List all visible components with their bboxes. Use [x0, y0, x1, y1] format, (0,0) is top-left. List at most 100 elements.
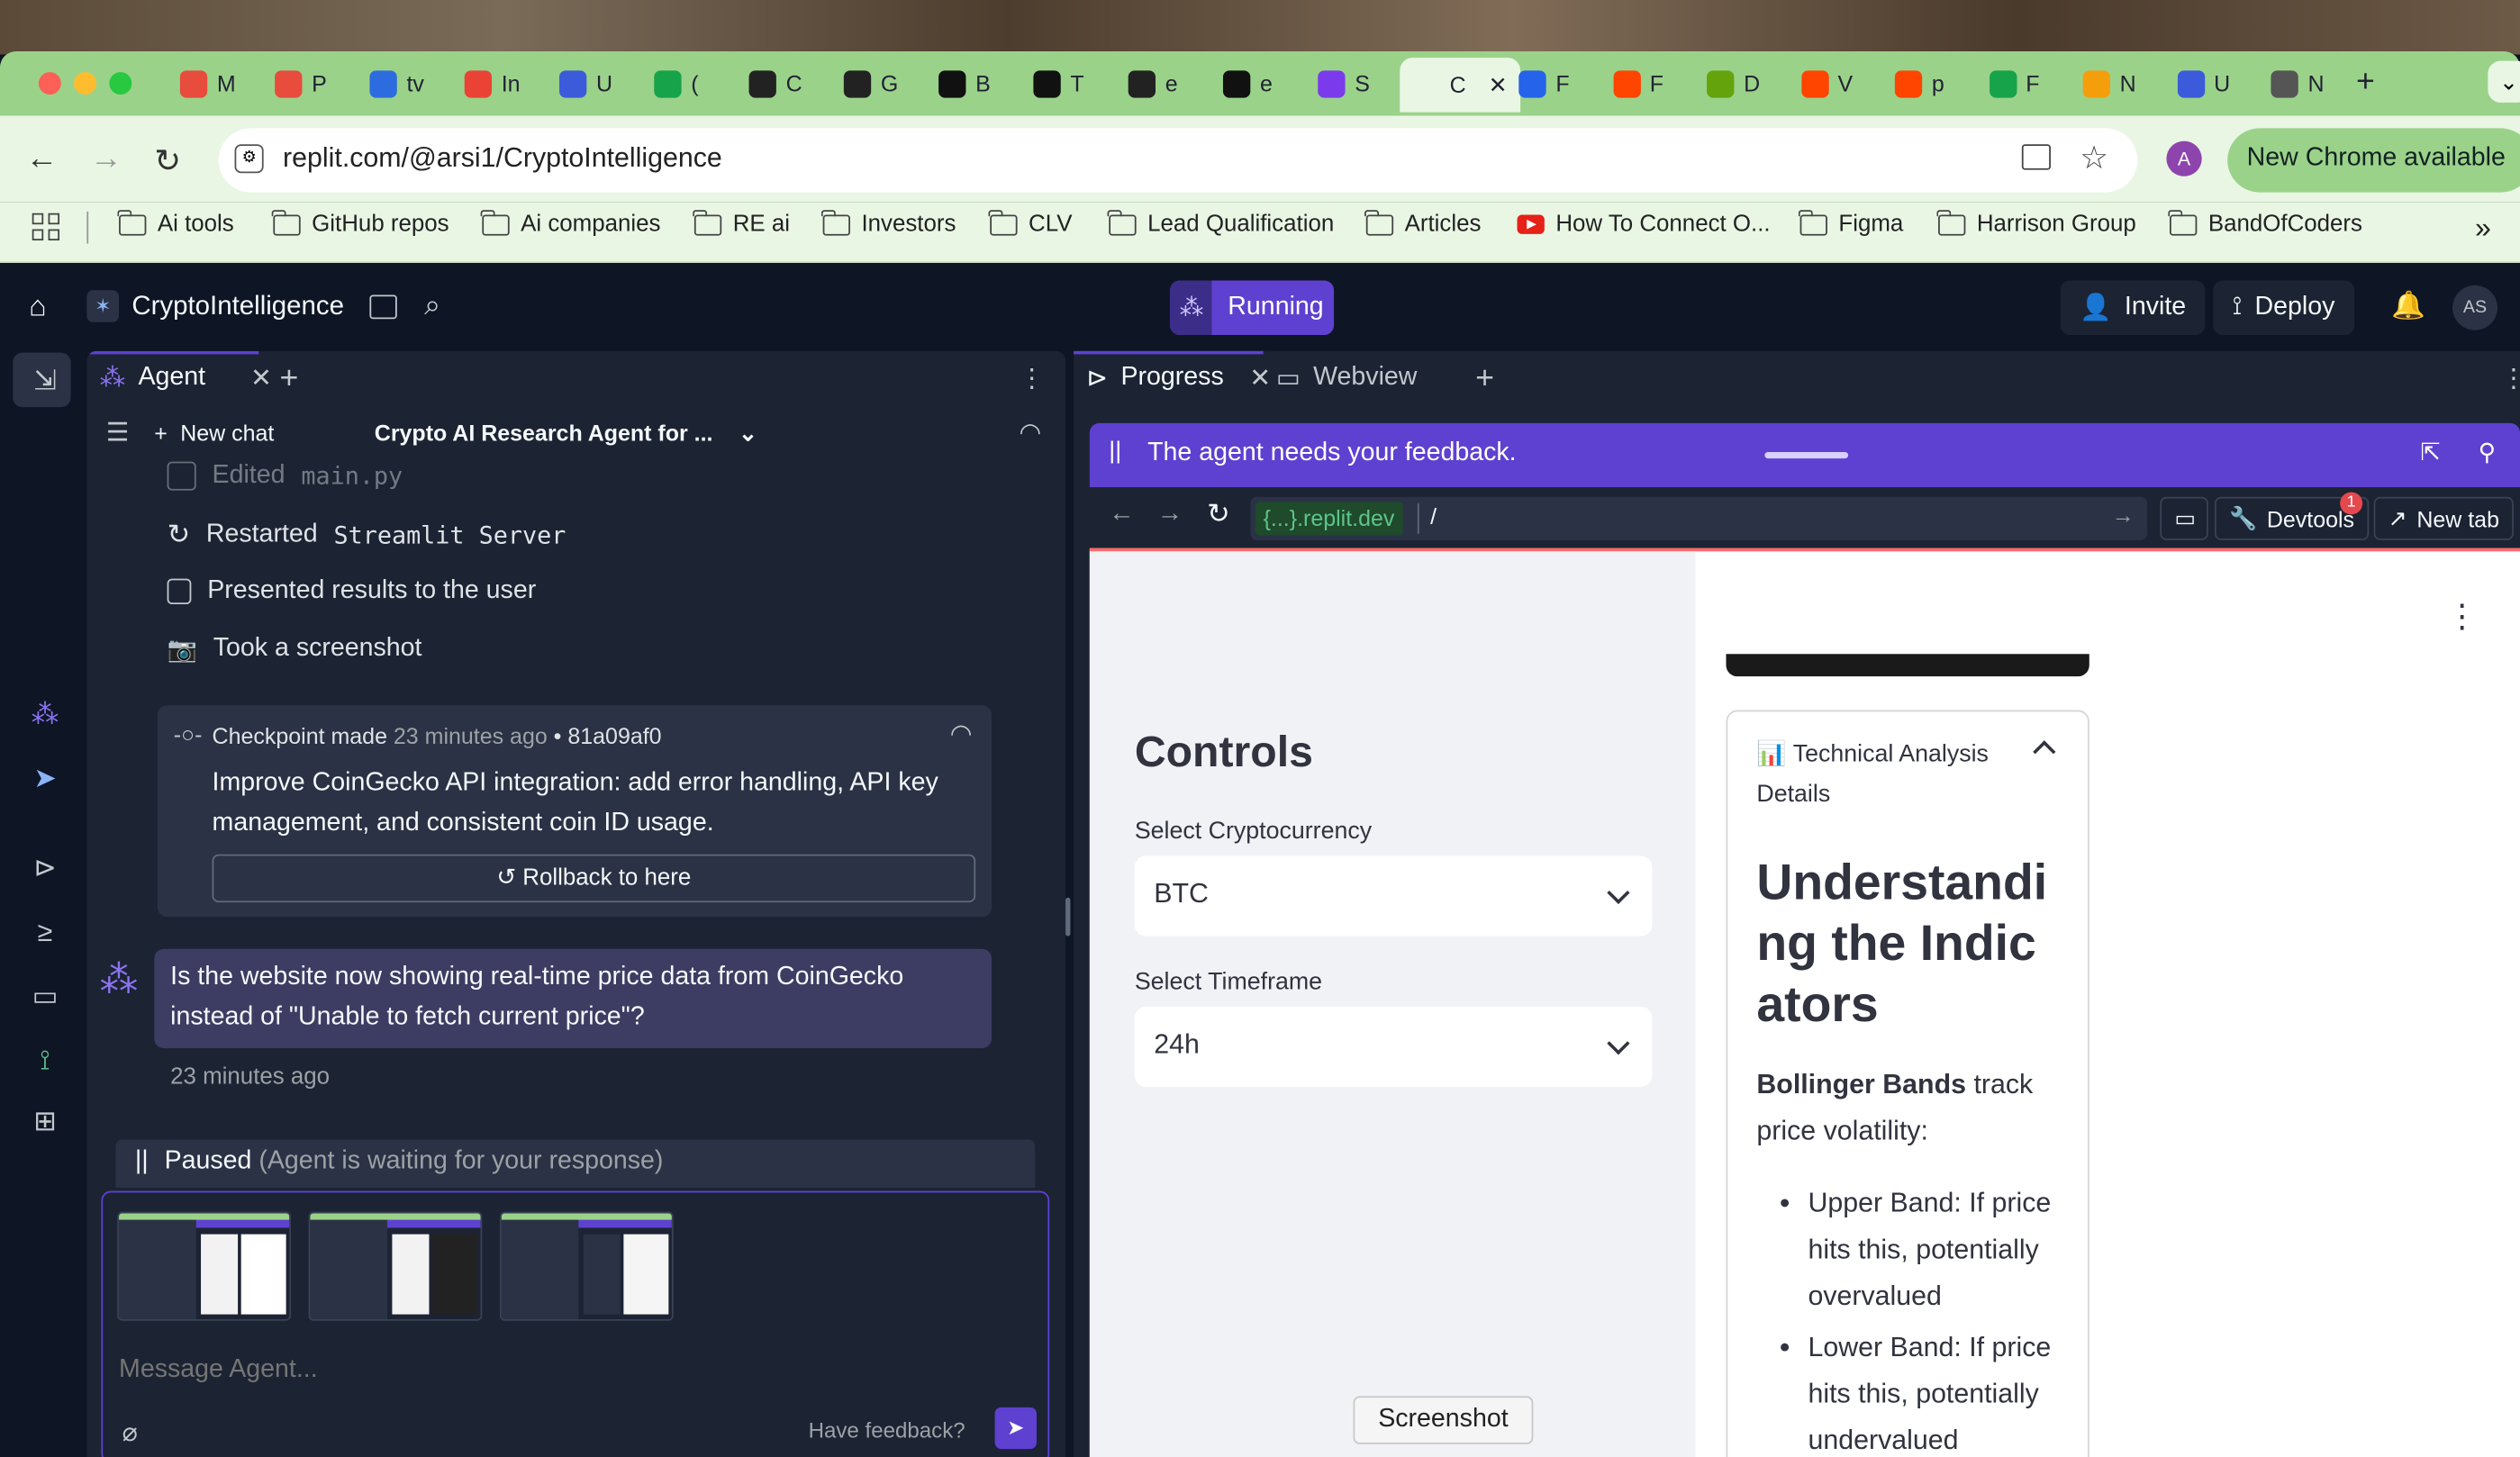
- install-app-icon[interactable]: [2021, 144, 2051, 170]
- bookmark-item[interactable]: BandOfCoders: [2168, 209, 2362, 237]
- browser-tab[interactable]: F: [1518, 64, 1570, 103]
- close-agent-tab-icon[interactable]: ✕: [250, 362, 272, 394]
- forward-icon[interactable]: →: [90, 141, 122, 178]
- minimize-window-button[interactable]: [74, 72, 97, 95]
- attached-screenshot-1[interactable]: [117, 1211, 291, 1321]
- agent-icon[interactable]: ⁂: [29, 699, 61, 731]
- agent-tab[interactable]: ⁂ Agent ✕: [100, 351, 272, 406]
- chat-list-icon[interactable]: ☰: [106, 405, 130, 460]
- invite-button[interactable]: 👤 Invite: [2060, 280, 2206, 336]
- chrome-profile-avatar[interactable]: A: [2166, 140, 2202, 176]
- webview-back-icon[interactable]: ←: [1109, 500, 1135, 529]
- browser-tab[interactable]: U: [558, 64, 612, 103]
- bookmark-item[interactable]: GitHub repos: [272, 209, 449, 237]
- bookmark-item[interactable]: How To Connect O...: [1517, 212, 1771, 237]
- expander-header[interactable]: 📊 Technical Analysis Details: [1756, 734, 2029, 814]
- address-url[interactable]: replit.com/@arsi1/CryptoIntelligence: [283, 142, 722, 175]
- webview-tab[interactable]: ▭ Webview: [1276, 351, 1418, 406]
- browser-tab[interactable]: N: [2271, 64, 2325, 103]
- pop-out-icon[interactable]: ⇱: [2420, 438, 2440, 466]
- close-tab-icon[interactable]: ✕: [1489, 71, 1508, 98]
- tab-search-icon[interactable]: ⌄: [2488, 60, 2520, 103]
- new-chat-button[interactable]: + New chat: [154, 405, 274, 460]
- streamlit-menu-icon[interactable]: ⋮: [2446, 596, 2479, 637]
- browser-tab[interactable]: N: [2082, 64, 2136, 103]
- browser-tab[interactable]: T: [1033, 64, 1084, 103]
- device-preview-icon[interactable]: ▭: [2160, 496, 2208, 540]
- attached-screenshot-3[interactable]: [499, 1211, 674, 1321]
- browser-tab[interactable]: e: [1222, 64, 1273, 103]
- right-panel-menu-icon[interactable]: ⋮: [2501, 351, 2520, 406]
- checkpoint-gauge-icon[interactable]: ◠: [950, 718, 973, 750]
- chat-title-dropdown[interactable]: Crypto AI Research Agent for ... ⌄: [375, 405, 757, 460]
- browser-tab[interactable]: (: [654, 64, 699, 103]
- bookmark-item[interactable]: Lead Qualification: [1108, 209, 1334, 237]
- new-tab-plus-icon[interactable]: +: [2356, 64, 2375, 101]
- go-arrow-icon[interactable]: →: [2112, 502, 2135, 527]
- browser-tab[interactable]: F: [1612, 64, 1663, 103]
- speed-gauge-icon[interactable]: ◠: [1019, 405, 1041, 460]
- bookmark-item[interactable]: Figma: [1799, 209, 1903, 237]
- search-icon[interactable]: ⌕: [424, 288, 440, 321]
- browser-tab[interactable]: P: [275, 64, 327, 103]
- have-feedback-link[interactable]: Have feedback?: [809, 1418, 965, 1443]
- back-icon[interactable]: ←: [26, 141, 59, 178]
- new-chrome-available-button[interactable]: New Chrome available: [2227, 128, 2520, 193]
- browser-tab[interactable]: C ✕: [1400, 58, 1520, 113]
- agent-panel-menu-icon[interactable]: ⋮: [1019, 351, 1045, 406]
- browser-tab[interactable]: M: [179, 64, 236, 103]
- more-bookmarks-chevron-icon[interactable]: »: [2475, 212, 2491, 245]
- tools-panel-icon[interactable]: ⇲: [29, 366, 61, 398]
- bookmark-item[interactable]: RE ai: [693, 209, 790, 237]
- send-icon[interactable]: ➤: [994, 1407, 1037, 1450]
- project-name[interactable]: CryptoIntelligence: [131, 292, 344, 322]
- bookmark-item[interactable]: Harrison Group: [1936, 209, 2136, 237]
- browser-tab[interactable]: F: [1989, 64, 2040, 103]
- site-info-icon[interactable]: ⚙: [234, 144, 264, 174]
- bookmark-item[interactable]: Ai tools: [117, 209, 234, 237]
- webview-forward-icon[interactable]: →: [1157, 500, 1183, 529]
- chevron-up-icon[interactable]: [2033, 740, 2056, 764]
- close-window-button[interactable]: [38, 72, 61, 95]
- deployments-icon[interactable]: ⟟: [29, 1045, 61, 1078]
- panel-resize-handle[interactable]: [1065, 897, 1071, 937]
- bookmark-star-icon[interactable]: ☆: [2080, 138, 2108, 178]
- attach-paperclip-icon[interactable]: ⌀: [122, 1417, 138, 1450]
- file-tree-icon[interactable]: [369, 294, 397, 320]
- home-icon[interactable]: ⌂: [29, 290, 46, 323]
- apps-grid-icon[interactable]: [32, 213, 60, 240]
- shell-icon[interactable]: ≥: [29, 917, 61, 949]
- notifications-bell-icon[interactable]: 🔔: [2391, 290, 2425, 322]
- bookmark-item[interactable]: CLV: [989, 209, 1072, 237]
- browser-tab[interactable]: In: [464, 64, 521, 103]
- webview-icon[interactable]: ▭: [29, 981, 61, 1013]
- browser-tab[interactable]: e: [1128, 64, 1178, 103]
- add-right-tab-plus-icon[interactable]: +: [1475, 351, 1494, 406]
- attached-screenshot-2[interactable]: [308, 1211, 483, 1321]
- pin-icon[interactable]: ⚲: [2479, 438, 2497, 466]
- run-status-button[interactable]: ⁂ Running: [1170, 280, 1335, 336]
- bookmark-item[interactable]: Articles: [1364, 209, 1481, 237]
- add-tab-plus-icon[interactable]: +: [279, 351, 298, 406]
- browser-tab[interactable]: D: [1707, 64, 1760, 103]
- browser-tab[interactable]: B: [938, 64, 991, 103]
- browser-tab[interactable]: V: [1800, 64, 1853, 103]
- bookmark-item[interactable]: Investors: [821, 209, 956, 237]
- rollback-button[interactable]: ↺ Rollback to here: [212, 854, 976, 903]
- browser-tab[interactable]: U: [2177, 64, 2230, 103]
- console-icon[interactable]: ⊳: [29, 853, 61, 885]
- browser-tab[interactable]: C: [748, 64, 802, 103]
- user-avatar[interactable]: AS: [2452, 285, 2498, 330]
- webview-reload-icon[interactable]: ↻: [1207, 499, 1229, 531]
- all-tools-icon[interactable]: ⊞: [29, 1106, 61, 1138]
- new-tab-button[interactable]: ↗ New tab: [2373, 496, 2515, 540]
- timeframe-select[interactable]: 24h: [1134, 1006, 1653, 1087]
- drag-handle[interactable]: [1764, 451, 1849, 459]
- bookmark-item[interactable]: Ai companies: [481, 209, 660, 237]
- browser-tab[interactable]: p: [1894, 64, 1944, 103]
- browser-tab[interactable]: G: [843, 64, 898, 103]
- progress-tab[interactable]: ⊳ Progress ✕: [1086, 351, 1271, 406]
- crypto-select[interactable]: BTC: [1134, 855, 1653, 937]
- browser-tab[interactable]: tv: [369, 64, 424, 103]
- assistant-icon[interactable]: ➤: [29, 763, 61, 795]
